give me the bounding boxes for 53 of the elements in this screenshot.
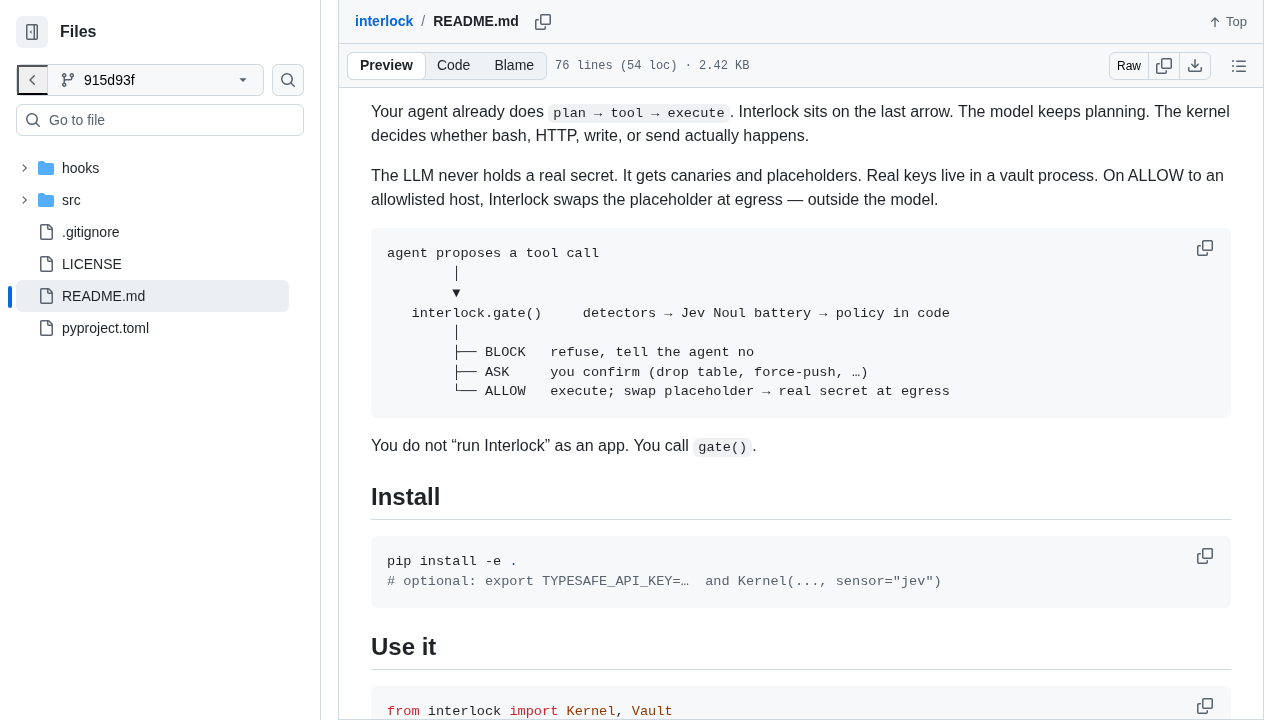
sidebar-toggle-button[interactable] [16, 16, 48, 48]
view-tab[interactable]: Code [424, 52, 483, 79]
sidebar-title: Files [60, 22, 97, 42]
code-line: ├── BLOCK refuse, tell the agent no [451, 343, 755, 362]
code-line: │ [451, 264, 461, 284]
code-line: └── ALLOW execute; swap placeholder → real secret at egress [451, 382, 950, 402]
search-button[interactable] [272, 64, 304, 96]
top-link[interactable]: Top [1208, 11, 1247, 32]
code-line: from interlock import Kernel, Vault [387, 702, 673, 719]
list-icon [1231, 57, 1247, 74]
paragraph: The LLM never holds a real secret. It gets canaries and placeholders. Real keys live in a vault process. On ALLOW to an allowlisted host, Interlock swaps the placeholder at egress — outside the model. [371, 166, 1225, 211]
code-line: pip install -e . [387, 553, 518, 572]
file-item[interactable]: pyproject.toml [16, 312, 289, 344]
section-heading: Install [371, 482, 1231, 521]
download-icon [1187, 57, 1203, 74]
folder-icon [38, 192, 54, 208]
code-line: # optional: export TYPESAFE_API_KEY=… and Kernel(..., sensor="jev") [387, 573, 942, 592]
copy-icon [534, 13, 551, 30]
file-icon [38, 288, 54, 304]
view-tab[interactable]: Preview [347, 51, 426, 80]
search-icon [25, 112, 41, 128]
copy-icon [1197, 240, 1213, 257]
file-icon [38, 224, 54, 240]
path-separator: / [421, 12, 426, 31]
view-tab[interactable]: Blame [482, 52, 547, 79]
folder-icon [38, 160, 54, 176]
code-line: agent proposes a tool call [387, 245, 600, 264]
copy-icon [1197, 548, 1213, 565]
copy-icon [1156, 57, 1172, 74]
code-line: ├── ASK you confirm (drop table, force-push, …) [451, 363, 869, 382]
search-icon [280, 72, 296, 88]
selection-indicator [8, 286, 12, 308]
paragraph: You do not “run Interlock” as an app. You call gate() . [371, 434, 1231, 459]
folder-item[interactable]: hooks [16, 152, 289, 184]
file-icon [38, 320, 54, 336]
file-name: README.md [433, 12, 519, 31]
copy-icon [1197, 697, 1213, 714]
go-to-file-field[interactable]: Go to file [16, 104, 304, 136]
file-item[interactable]: .gitignore [16, 216, 289, 248]
repo-link[interactable]: interlock [355, 11, 414, 32]
file-item[interactable]: LICENSE [16, 248, 289, 280]
code-line: interlock.gate() detectors → Jev Noul battery → policy in code [410, 304, 950, 323]
copy-code-button[interactable] [1197, 697, 1215, 716]
folder-item[interactable]: src [16, 184, 289, 216]
section-heading: Use it [371, 631, 1231, 670]
copy-code-button[interactable] [1197, 240, 1215, 259]
file-info: 76 lines (54 loc) · 2.42 KB [555, 57, 750, 75]
paragraph: Your agent already does plan → tool → execute . Interlock sits on the last arrow. The model keeps planning. The kernel decides whether bash, HTTP, write, or send actually happens. [371, 102, 1231, 147]
copy-code-button[interactable] [1197, 548, 1215, 567]
code-line: │ [451, 323, 461, 343]
panel-icon [24, 24, 40, 40]
code-line: ▼ [451, 284, 461, 303]
file-icon [38, 256, 54, 272]
